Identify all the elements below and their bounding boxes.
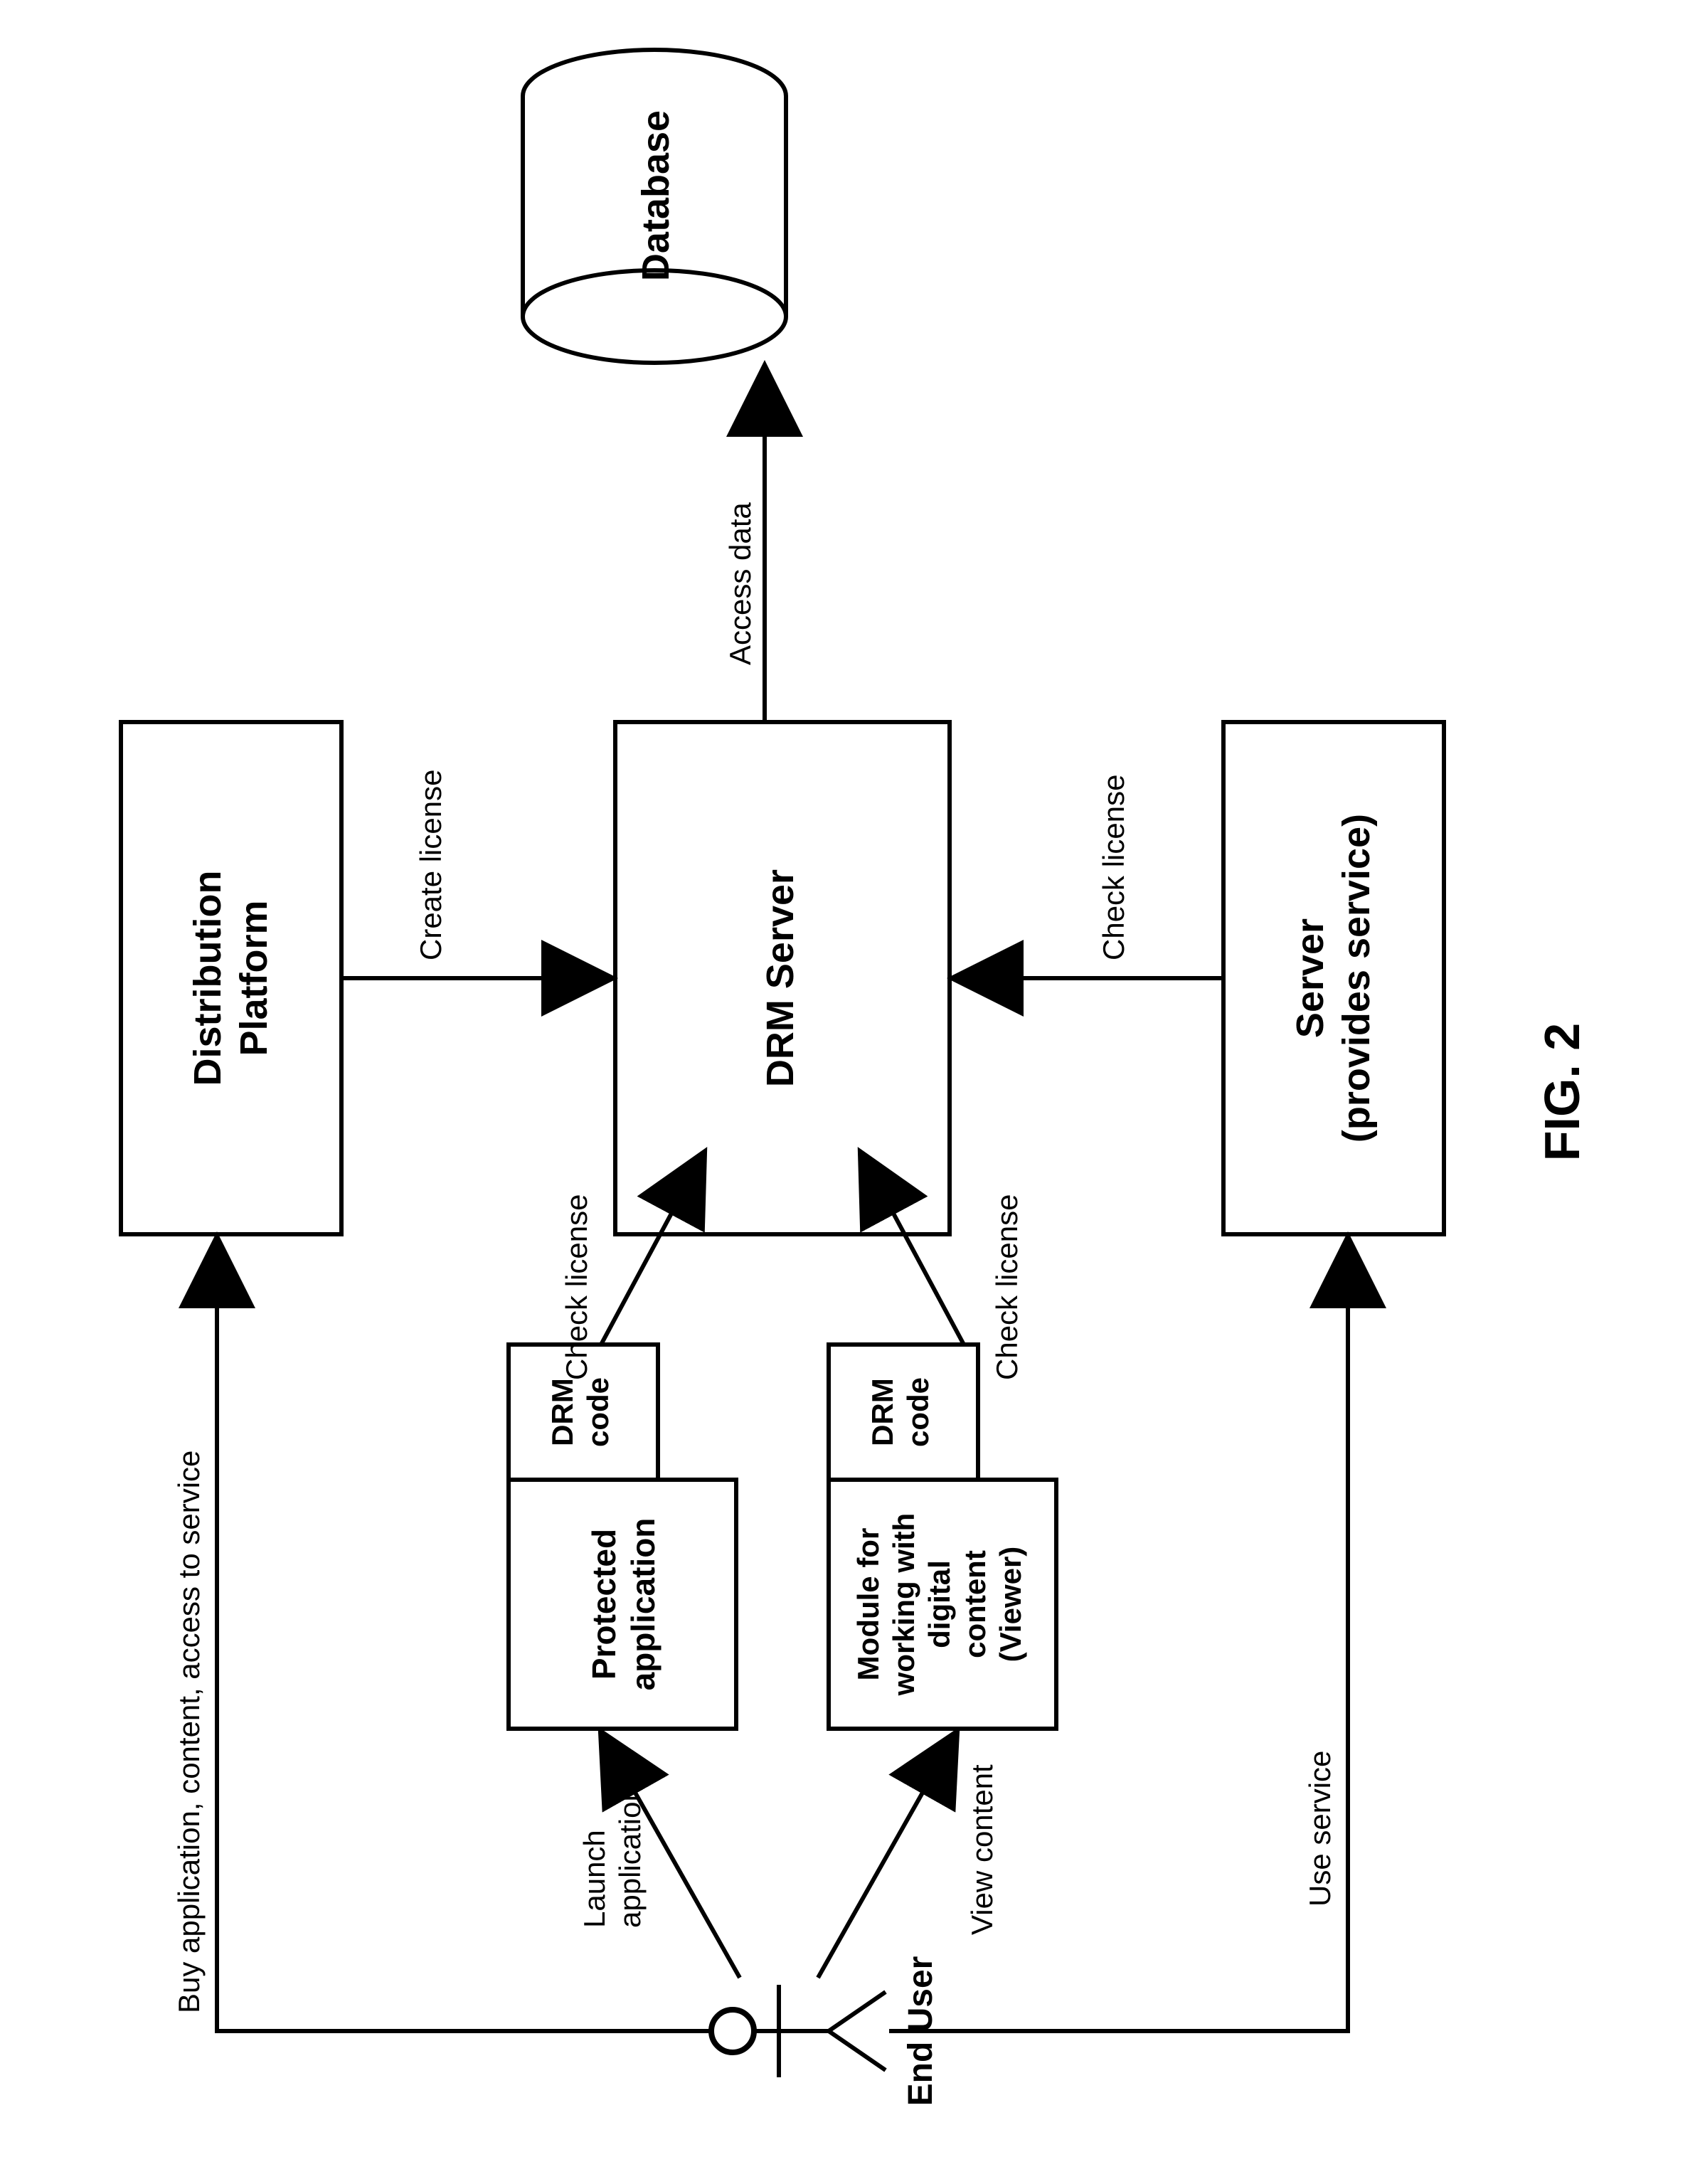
edge-check-top-label: Check license	[560, 1194, 593, 1380]
edge-launch-label-2: application	[613, 1785, 647, 1928]
protected-application	[509, 1480, 736, 1729]
database-label: Database	[634, 110, 677, 281]
edge-launch-label-1: Launch	[578, 1830, 611, 1928]
viewer-3: digital	[923, 1560, 956, 1648]
edge-view-label: View content	[965, 1764, 999, 1935]
server-label-1: Server	[1289, 918, 1332, 1038]
drm-code-top-1: DRM	[546, 1378, 579, 1446]
protected-label-2: application	[625, 1518, 662, 1691]
drm-code-top-2: code	[581, 1377, 615, 1447]
edge-access-label: Access data	[723, 502, 757, 665]
edge-check-server-label: Check license	[1097, 775, 1130, 960]
edge-buy-label: Buy application, content, access to serv…	[172, 1451, 206, 2013]
drm-code-bottom-2: code	[901, 1377, 935, 1447]
protected-label-1: Protected	[585, 1529, 622, 1680]
figure-caption: FIG. 2	[1534, 1023, 1590, 1161]
distribution-label-2: Platform	[233, 900, 275, 1056]
service-server	[1223, 722, 1444, 1234]
edge-check-bottom-label: Check license	[990, 1194, 1024, 1380]
viewer-4: content	[958, 1550, 992, 1658]
edge-view	[818, 1732, 957, 1978]
viewer-5: (Viewer)	[994, 1547, 1027, 1663]
viewer-1: Module for	[851, 1528, 885, 1681]
viewer-2: working with	[887, 1513, 920, 1697]
edge-create-label: Create license	[414, 770, 447, 960]
distribution-label-1: Distribution	[186, 871, 229, 1086]
svg-text:Launchapplication: Launchapplication	[578, 1785, 647, 1928]
distribution-platform	[121, 722, 341, 1234]
drm-server-label: DRM Server	[759, 869, 802, 1087]
drm-code-bottom-1: DRM	[866, 1378, 899, 1446]
end-user-icon	[711, 1985, 886, 2077]
server-label-2: (provides service)	[1335, 814, 1378, 1143]
edge-use-label: Use service	[1303, 1751, 1337, 1907]
